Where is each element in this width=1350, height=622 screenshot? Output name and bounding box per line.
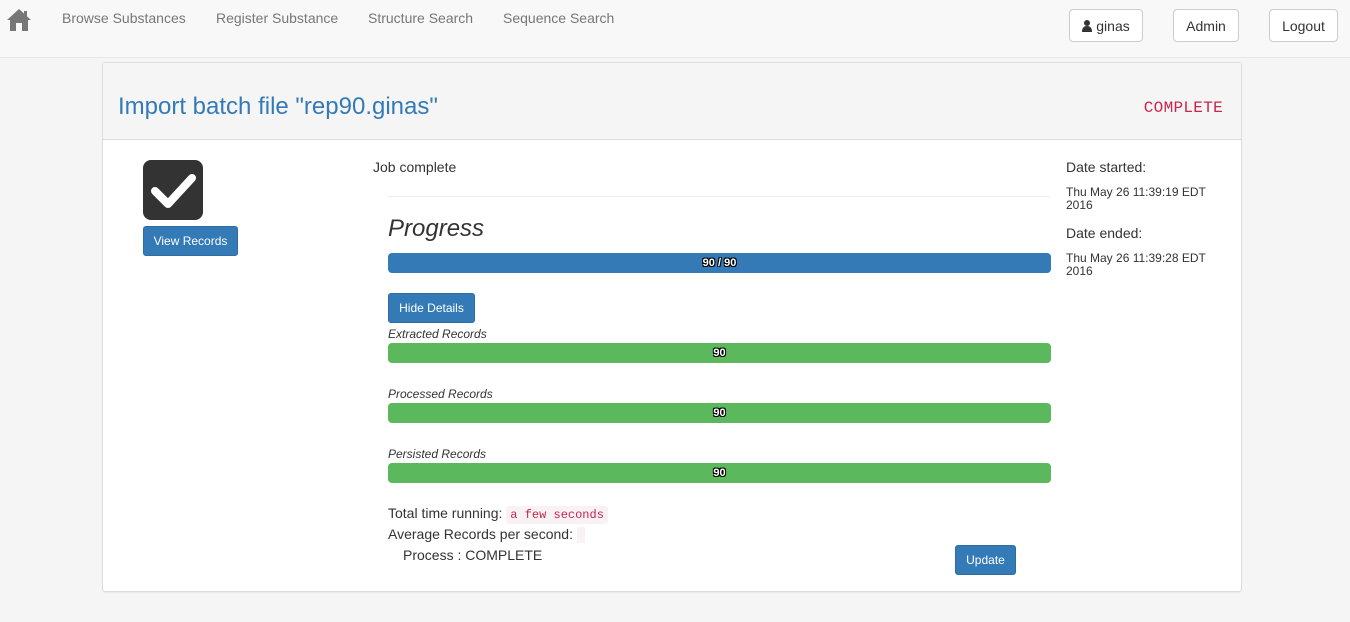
- top-navbar: Browse Substances Register Substance Str…: [0, 0, 1350, 58]
- home-icon[interactable]: [6, 8, 32, 32]
- progress-heading: Progress: [388, 215, 485, 242]
- nav-register-substance[interactable]: Register Substance: [216, 10, 338, 26]
- total-time-value: a few seconds: [506, 506, 608, 524]
- user-button[interactable]: ginas: [1069, 9, 1143, 42]
- status-badge: COMPLETE: [1143, 99, 1223, 117]
- persisted-records-label: Persisted Records: [388, 447, 487, 461]
- user-name: ginas: [1096, 17, 1130, 34]
- nav-sequence-search[interactable]: Sequence Search: [503, 10, 614, 26]
- view-records-label: View Records: [153, 234, 228, 248]
- persisted-records-bar: 90: [388, 463, 1051, 483]
- view-records-button[interactable]: View Records: [143, 226, 238, 256]
- overall-progress-fill: 90 / 90: [388, 253, 1051, 273]
- extracted-records-value: 90: [713, 347, 726, 359]
- avg-records-value: [576, 527, 585, 544]
- nav-browse-substances[interactable]: Browse Substances: [62, 10, 186, 26]
- extracted-records-bar: 90: [388, 343, 1051, 363]
- hide-details-label: Hide Details: [399, 301, 464, 315]
- date-started-label: Date started:: [1066, 159, 1147, 175]
- update-button[interactable]: Update: [955, 545, 1016, 575]
- logout-label: Logout: [1282, 17, 1325, 34]
- processed-records-fill: 90: [388, 403, 1051, 423]
- nav-structure-search[interactable]: Structure Search: [368, 10, 473, 26]
- job-status-text: Job complete: [373, 159, 457, 175]
- divider: [388, 196, 1051, 197]
- extracted-records-fill: 90: [388, 343, 1051, 363]
- date-started-value: Thu May 26 11:39:19 EDT 2016: [1066, 185, 1206, 212]
- total-time-row: Total time running: a few seconds: [388, 505, 608, 524]
- panel-heading: Import batch file "rep90.ginas" COMPLETE: [103, 63, 1241, 140]
- admin-button[interactable]: Admin: [1173, 9, 1239, 42]
- process-status-line: Process : COMPLETE: [403, 547, 543, 563]
- extracted-records-label: Extracted Records: [388, 327, 487, 341]
- persisted-records-value: 90: [713, 467, 726, 479]
- processed-records-bar: 90: [388, 403, 1051, 423]
- avg-records-label: Average Records per second:: [388, 526, 573, 542]
- persisted-records-fill: 90: [388, 463, 1051, 483]
- date-ended-label: Date ended:: [1066, 225, 1143, 241]
- update-label: Update: [966, 553, 1005, 567]
- check-square-icon: [143, 160, 203, 220]
- avg-records-row: Average Records per second:: [388, 526, 585, 544]
- date-ended-value: Thu May 26 11:39:28 EDT 2016: [1066, 251, 1206, 278]
- admin-label: Admin: [1186, 17, 1226, 34]
- processed-records-label: Processed Records: [388, 387, 493, 401]
- import-batch-panel: Import batch file "rep90.ginas" COMPLETE…: [102, 62, 1242, 592]
- hide-details-button[interactable]: Hide Details: [388, 293, 475, 323]
- overall-progress-bar: 90 / 90: [388, 253, 1051, 273]
- logout-button[interactable]: Logout: [1269, 9, 1338, 42]
- user-icon: [1082, 19, 1093, 32]
- overall-progress-label: 90 / 90: [702, 257, 737, 269]
- total-time-label: Total time running:: [388, 505, 503, 521]
- processed-records-value: 90: [713, 407, 726, 419]
- page-title: Import batch file "rep90.ginas": [118, 93, 438, 120]
